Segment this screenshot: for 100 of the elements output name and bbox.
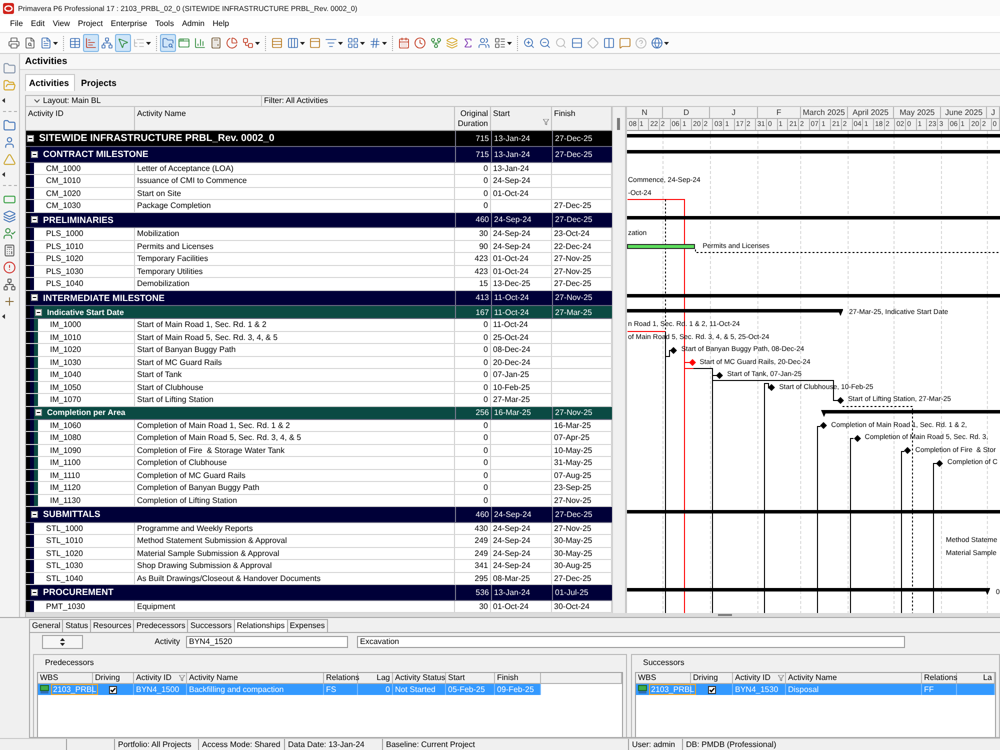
- wbs-band[interactable]: PROCUREMENT 536 13-Jan-24 01-Jul-25: [26, 585, 612, 600]
- pointer-icon[interactable]: [117, 37, 129, 49]
- column-header[interactable]: Driving: [691, 673, 733, 683]
- caret-icon[interactable]: [300, 42, 305, 44]
- tab[interactable]: Expenses: [286, 619, 328, 632]
- network-icon[interactable]: [101, 37, 113, 49]
- network-icon[interactable]: [3, 278, 16, 291]
- minus-box-icon[interactable]: [31, 510, 38, 518]
- column-header[interactable]: WBS: [636, 673, 691, 683]
- column-header[interactable]: Start: [446, 673, 495, 683]
- caret-icon[interactable]: [338, 42, 343, 44]
- column-chart-icon[interactable]: [194, 37, 206, 49]
- alert-icon[interactable]: [3, 261, 16, 274]
- menu-item[interactable]: Help: [208, 17, 234, 31]
- folder-icon[interactable]: [3, 62, 16, 75]
- wbs-band[interactable]: SITEWIDE INFRASTRUCTURE PRBL_Rev. 0002_0 715 13-Jan-24 27-Dec-25: [26, 131, 612, 147]
- checkbox[interactable]: [708, 686, 716, 694]
- folder-search-icon[interactable]: [162, 37, 174, 49]
- window-icon[interactable]: [178, 37, 190, 49]
- fork-icon[interactable]: [430, 37, 442, 49]
- column-header[interactable]: Finish: [495, 673, 541, 683]
- wbs-band[interactable]: Completion per Area 256 16-Mar-25 27-Nov-25: [26, 406, 612, 420]
- printer-icon[interactable]: [8, 37, 20, 49]
- folder-icon[interactable]: [3, 119, 16, 132]
- left-triangle-icon[interactable]: [2, 172, 5, 176]
- message-icon[interactable]: [619, 37, 631, 49]
- column-header[interactable]: Original Duration: [455, 107, 491, 130]
- rows-icon[interactable]: [571, 37, 583, 49]
- column-header[interactable]: WBS: [38, 673, 93, 683]
- menu-item[interactable]: Enterprise: [106, 17, 152, 31]
- column-header[interactable]: Activity ID: [733, 673, 786, 683]
- menu-item[interactable]: View: [48, 17, 74, 31]
- activity-id-field[interactable]: BYN4_1520: [186, 636, 348, 648]
- columns-icon[interactable]: [287, 37, 299, 49]
- calculator-icon[interactable]: [210, 37, 222, 49]
- layers-icon[interactable]: [3, 210, 16, 223]
- clock-icon[interactable]: [414, 37, 426, 49]
- bar-icon[interactable]: [3, 193, 16, 206]
- menu-item[interactable]: File: [6, 17, 27, 31]
- column-header[interactable]: Activity ID: [134, 673, 187, 683]
- grid-icon[interactable]: [347, 37, 359, 49]
- column-header[interactable]: Lag: [358, 673, 393, 683]
- calculator-icon[interactable]: [3, 244, 16, 257]
- activity-name-field[interactable]: Excavation: [357, 636, 905, 648]
- minus-box-icon[interactable]: [31, 294, 38, 302]
- column-header[interactable]: Start: [491, 107, 552, 130]
- hash-icon[interactable]: [369, 37, 381, 49]
- calendar-icon[interactable]: [398, 37, 410, 49]
- column-header[interactable]: Activity Name: [135, 107, 455, 130]
- minus-box-icon[interactable]: [31, 150, 38, 158]
- globe-icon[interactable]: [651, 37, 663, 49]
- chevron-down-icon[interactable]: [34, 99, 40, 103]
- bar-chart-icon[interactable]: [85, 37, 97, 49]
- column-header[interactable]: La: [957, 673, 995, 683]
- menu-item[interactable]: Tools: [151, 17, 178, 31]
- tab[interactable]: Projects: [77, 74, 123, 91]
- column-header[interactable]: Activity Status: [393, 673, 446, 683]
- person-check-icon[interactable]: [3, 227, 16, 240]
- tab[interactable]: Activities: [25, 74, 76, 91]
- toolbar-button[interactable]: [115, 34, 131, 52]
- down-triangle-icon[interactable]: [60, 642, 65, 646]
- toolbar-button[interactable]: [83, 34, 99, 52]
- menu-item[interactable]: Project: [74, 17, 107, 31]
- caret-icon[interactable]: [382, 42, 387, 44]
- minus-box-icon[interactable]: [31, 588, 38, 596]
- sigma-icon[interactable]: [462, 37, 474, 49]
- toolbar-button[interactable]: [160, 34, 176, 52]
- caret-icon[interactable]: [507, 42, 512, 44]
- column-header[interactable]: Driving: [93, 673, 134, 683]
- column-header[interactable]: Activity Name: [187, 673, 324, 683]
- document-icon[interactable]: [40, 37, 52, 49]
- columns-icon[interactable]: [603, 37, 615, 49]
- caret-icon[interactable]: [664, 42, 669, 44]
- wbs-band[interactable]: INTERMEDIATE MILESTONE 413 11-Oct-24 27-Nov-25: [26, 290, 612, 306]
- users-icon[interactable]: [478, 37, 490, 49]
- minus-box-icon[interactable]: [35, 308, 42, 316]
- minus-box-icon[interactable]: [31, 216, 38, 224]
- person-icon[interactable]: [3, 136, 16, 149]
- left-triangle-icon[interactable]: [2, 98, 5, 102]
- column-header[interactable]: Relations: [922, 673, 957, 683]
- plus-icon[interactable]: [3, 295, 16, 308]
- spinner-button[interactable]: [42, 634, 83, 648]
- zoom-out-icon[interactable]: [539, 37, 551, 49]
- wbs-band[interactable]: CONTRACT MILESTONE 715 13-Jan-24 27-Dec-25: [26, 147, 612, 162]
- pie-chart-icon[interactable]: [226, 37, 238, 49]
- scrollbar-thumb[interactable]: [617, 118, 620, 130]
- column-header[interactable]: Activity Name: [786, 673, 922, 683]
- workflow-icon[interactable]: [242, 37, 254, 49]
- caret-icon[interactable]: [255, 42, 260, 44]
- minus-box-icon[interactable]: [27, 135, 34, 142]
- wbs-band[interactable]: Indicative Start Date 167 11-Oct-24 27-Mar-25: [26, 306, 612, 319]
- rows-icon[interactable]: [271, 37, 283, 49]
- file-search-icon[interactable]: [24, 37, 36, 49]
- menu-item[interactable]: Edit: [26, 17, 49, 31]
- tab[interactable]: Relationships: [234, 619, 288, 632]
- menu-item[interactable]: Admin: [178, 17, 209, 31]
- up-triangle-icon[interactable]: [60, 638, 65, 640]
- panel-icon[interactable]: [309, 37, 321, 49]
- column-header[interactable]: Relations: [324, 673, 358, 683]
- column-header[interactable]: Activity ID: [26, 107, 135, 130]
